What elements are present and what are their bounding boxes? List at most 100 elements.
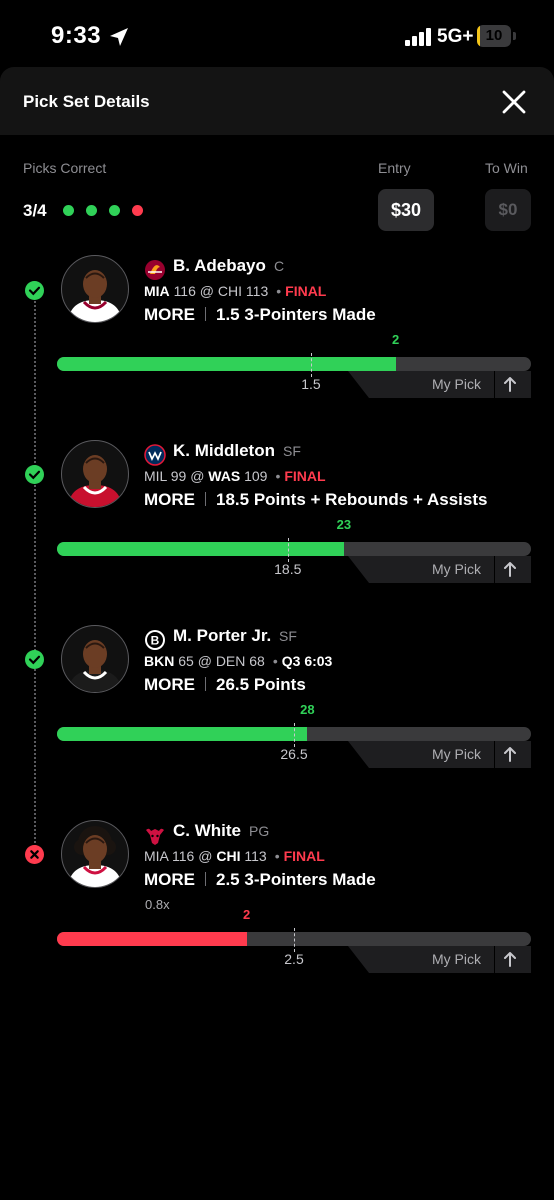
at-sign: @ xyxy=(199,283,214,299)
pick-line-value: 2.5 xyxy=(216,870,240,889)
game-score-line: MIA 116 @ CHI 113 • FINAL xyxy=(144,848,325,864)
wizards-logo-icon xyxy=(144,444,166,466)
close-icon[interactable] xyxy=(500,88,528,116)
battery-icon: 10 xyxy=(477,25,511,47)
at-sign: @ xyxy=(190,468,205,484)
x-circle-icon xyxy=(25,845,44,864)
location-arrow-icon xyxy=(110,28,128,46)
battery-tip xyxy=(513,32,516,40)
actual-value-label: 2 xyxy=(391,332,400,347)
my-pick-button[interactable]: My Pick xyxy=(348,741,531,768)
at-sign: @ xyxy=(197,653,212,669)
bullet-separator: • xyxy=(274,848,280,864)
check-icon xyxy=(28,286,41,296)
arrow-up-icon xyxy=(504,747,516,762)
player-headshot xyxy=(68,455,122,507)
pick-line: MORE 1.5 3-Pointers Made xyxy=(144,305,376,325)
check-circle-icon xyxy=(25,281,44,300)
my-pick-divider xyxy=(494,741,495,768)
my-pick-label: My Pick xyxy=(432,746,481,762)
status-time: 9:33 xyxy=(51,22,102,49)
game-score-line: MIA 116 @ CHI 113 • FINAL xyxy=(144,283,326,299)
heat-logo-icon xyxy=(144,259,166,281)
pick-line: MORE 2.5 3-Pointers Made xyxy=(144,870,376,890)
game-status: Q3 6:03 xyxy=(281,653,333,669)
player-headshot xyxy=(68,826,122,887)
arrow-up-icon xyxy=(503,951,517,972)
pick-direction: MORE xyxy=(144,490,195,509)
pick-direction: MORE xyxy=(144,870,195,889)
game-status: FINAL xyxy=(284,468,326,484)
my-pick-label: My Pick xyxy=(432,951,481,967)
my-pick-button[interactable]: My Pick xyxy=(348,371,531,398)
divider xyxy=(205,872,206,886)
line-marker xyxy=(294,928,295,952)
bulls-logo-icon xyxy=(144,824,166,846)
check-icon xyxy=(28,470,41,480)
cellular-signal-icon xyxy=(405,28,431,46)
player-name: B. Adebayo xyxy=(173,256,266,275)
line-value-label: 26.5 xyxy=(280,746,308,762)
line-marker xyxy=(294,723,295,747)
away-team: BKN xyxy=(144,653,175,669)
wizards-logo-icon xyxy=(144,444,166,466)
home-team: DEN xyxy=(215,653,246,669)
divider xyxy=(205,307,206,321)
picks-correct-label: Picks Correct xyxy=(23,160,107,176)
arrow-up-icon xyxy=(504,952,516,967)
my-pick-button[interactable]: My Pick xyxy=(348,556,531,583)
page-title: Pick Set Details xyxy=(23,92,150,111)
home-team: WAS xyxy=(208,468,241,484)
player-name: K. Middleton xyxy=(173,441,275,460)
away-score: 116 xyxy=(172,848,195,864)
player-position: C xyxy=(274,258,285,274)
heat-logo-icon xyxy=(145,260,165,280)
network-type: 5G+ xyxy=(437,26,474,47)
progress-fill xyxy=(57,357,396,371)
pick-line: MORE 18.5 Points + Rebounds + Assists xyxy=(144,490,487,510)
game-status: FINAL xyxy=(283,848,325,864)
progress-fill xyxy=(57,542,344,556)
bullet-separator: • xyxy=(275,468,281,484)
result-dot-correct xyxy=(63,205,74,216)
game-score-line: MIL 99 @ WAS 109 • FINAL xyxy=(144,468,326,484)
line-marker xyxy=(310,353,312,377)
bulls-logo-icon xyxy=(146,828,164,845)
home-score: 113 xyxy=(245,283,269,299)
player-avatar xyxy=(61,625,129,693)
result-dot-incorrect xyxy=(132,205,143,216)
player-avatar xyxy=(61,820,129,888)
progress-track xyxy=(57,357,531,371)
divider xyxy=(205,677,206,691)
player-name: M. Porter Jr. xyxy=(173,626,272,645)
home-score: 113 xyxy=(244,848,267,864)
pick-multiplier: 0.8x xyxy=(145,897,170,912)
player-avatar xyxy=(61,440,129,508)
player-avatar xyxy=(61,255,129,323)
away-score: 65 xyxy=(178,653,194,669)
actual-value-label: 2 xyxy=(242,907,251,922)
player-position: SF xyxy=(283,443,301,459)
my-pick-divider xyxy=(494,946,495,973)
away-team: MIA xyxy=(144,283,170,299)
check-icon xyxy=(28,655,41,665)
pick-direction: MORE xyxy=(144,675,195,694)
entry-label: Entry xyxy=(378,160,411,176)
player-headshot xyxy=(68,640,122,692)
pick-stat: 3-Pointers Made xyxy=(244,305,376,324)
nets-logo-icon: B xyxy=(145,630,165,650)
arrow-up-icon xyxy=(504,377,516,392)
player-headshot xyxy=(68,270,122,322)
line-value-label: 18.5 xyxy=(274,561,302,577)
pick-direction: MORE xyxy=(144,305,195,324)
bullet-separator: • xyxy=(272,653,278,669)
player-position: PG xyxy=(249,823,270,839)
home-team: CHI xyxy=(216,848,241,864)
pick-line-value: 18.5 xyxy=(216,490,250,509)
svg-text:B: B xyxy=(151,634,160,648)
player-position: SF xyxy=(279,628,297,644)
pick-line: MORE 26.5 Points xyxy=(144,675,306,695)
my-pick-button[interactable]: My Pick xyxy=(348,946,531,973)
away-team: MIL xyxy=(144,468,167,484)
game-score-line: BKN 65 @ DEN 68 • Q3 6:03 xyxy=(144,653,332,669)
